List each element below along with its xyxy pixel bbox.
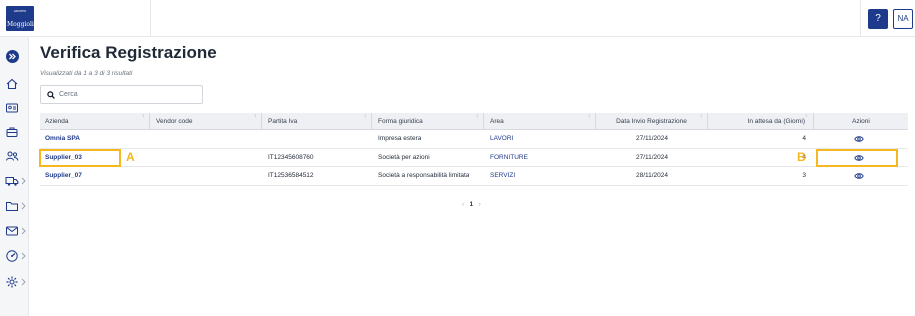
- sort-icon[interactable]: ↕: [588, 113, 591, 119]
- current-page-number[interactable]: 1: [470, 202, 473, 208]
- settings-gear-icon[interactable]: [5, 275, 19, 289]
- column-header-label: Forma giuridica: [378, 118, 423, 125]
- column-header-data-invio[interactable]: Data Invio Registrazione: [596, 113, 708, 129]
- chevron-right-icon[interactable]: [21, 202, 26, 210]
- waiting-days-cell: 4: [802, 153, 806, 161]
- vat-number-cell: IT12345608760: [268, 153, 314, 161]
- search-icon: [47, 91, 55, 99]
- search-box[interactable]: [40, 85, 203, 104]
- column-header-forma-giuridica[interactable]: Forma giuridica: [372, 113, 484, 129]
- dashboard-gauge-icon[interactable]: [5, 249, 19, 263]
- results-summary: Visualizzati da 1 a 3 di 3 risultati: [40, 70, 133, 77]
- page-title: Verifica Registrazione: [40, 43, 217, 62]
- registration-date-cell: 28/11/2024: [635, 172, 669, 179]
- double-chevron-right-icon: [9, 53, 16, 60]
- sort-icon[interactable]: ↕: [254, 113, 257, 119]
- callout-box-a: [39, 149, 121, 167]
- registrations-table: Azienda ↕ Vendor code ↕ Partita Iva ↕ Fo…: [40, 113, 908, 186]
- table-row: Supplier_03 IT12345608760 Società per az…: [40, 149, 908, 167]
- legal-form-cell: Società a responsabilità limitata: [378, 172, 470, 179]
- table-row: Omnia SPA Impresa estera LAVORI 27/11/20…: [40, 130, 908, 149]
- callout-box-b: [816, 149, 898, 167]
- sort-icon[interactable]: ↕: [476, 113, 479, 119]
- view-eye-icon[interactable]: [854, 172, 864, 180]
- waiting-days-cell: 3: [802, 172, 806, 179]
- top-bar: GRUPPO Moggioli ? NA: [0, 0, 915, 37]
- folder-icon[interactable]: [5, 199, 19, 213]
- area-link[interactable]: FORNITURE: [490, 149, 528, 167]
- id-card-icon[interactable]: [5, 101, 19, 115]
- legal-form-cell: Impresa estera: [378, 135, 422, 142]
- table-row: Supplier_07 IT12536584512 Società a resp…: [40, 167, 908, 186]
- column-header-label: Partita Iva: [268, 118, 298, 125]
- chevron-right-icon[interactable]: [21, 278, 26, 286]
- previous-page-button[interactable]: ‹: [462, 202, 464, 208]
- home-icon[interactable]: [5, 77, 19, 91]
- column-header-label: Vendor code: [156, 118, 193, 125]
- sort-icon[interactable]: ↕: [805, 113, 808, 119]
- topbar-divider: [150, 0, 151, 37]
- logo-small-text: GRUPPO: [13, 9, 27, 13]
- column-header-azienda[interactable]: Azienda: [40, 113, 150, 129]
- next-page-button[interactable]: ›: [479, 202, 481, 208]
- topbar-divider: [860, 0, 861, 37]
- sidebar: [0, 37, 29, 316]
- table-header-row: Azienda ↕ Vendor code ↕ Partita Iva ↕ Fo…: [40, 113, 908, 130]
- sort-icon[interactable]: ↕: [364, 113, 367, 119]
- column-header-azioni: Azioni: [814, 113, 908, 129]
- user-avatar-button[interactable]: NA: [893, 9, 913, 29]
- callout-label-b: B: [797, 150, 806, 164]
- callout-label-a: A: [126, 150, 135, 164]
- column-header-label: Area: [490, 118, 504, 125]
- chevron-right-icon[interactable]: [21, 177, 26, 185]
- registration-date-cell: 27/11/2024: [635, 135, 669, 142]
- column-header-label: Data Invio Registrazione: [616, 118, 687, 125]
- column-header-label: Azienda: [45, 118, 69, 125]
- column-header-in-attesa[interactable]: In attesa da (Giorni): [708, 113, 814, 129]
- pagination: ‹ 1 ›: [462, 202, 481, 208]
- chevron-right-icon[interactable]: [21, 227, 26, 235]
- column-header-area[interactable]: Area: [484, 113, 596, 129]
- chevron-right-icon[interactable]: [21, 252, 26, 260]
- vat-number-cell: IT12536584512: [268, 172, 314, 179]
- expand-sidebar-button[interactable]: [6, 50, 19, 63]
- briefcase-icon[interactable]: [5, 125, 19, 139]
- registration-date-cell: 27/11/2024: [635, 153, 669, 161]
- legal-form-cell: Società per azioni: [378, 153, 430, 161]
- logo-text: Moggioli: [7, 21, 34, 28]
- truck-icon[interactable]: [5, 174, 19, 188]
- company-link[interactable]: Supplier_07: [45, 167, 82, 185]
- company-link[interactable]: Omnia SPA: [45, 130, 80, 148]
- column-header-label: Azioni: [852, 118, 870, 125]
- mail-icon[interactable]: [5, 224, 19, 238]
- company-logo[interactable]: GRUPPO Moggioli: [6, 6, 34, 31]
- area-link[interactable]: SERVIZI: [490, 167, 515, 185]
- help-button[interactable]: ?: [868, 9, 888, 29]
- column-header-vendor-code[interactable]: Vendor code: [150, 113, 262, 129]
- waiting-days-cell: 4: [802, 135, 806, 142]
- users-icon[interactable]: [5, 149, 19, 163]
- column-header-partita-iva[interactable]: Partita Iva: [262, 113, 372, 129]
- sort-icon[interactable]: ↕: [700, 113, 703, 119]
- sort-icon[interactable]: ↕: [142, 113, 145, 119]
- column-header-label: In attesa da (Giorni): [747, 118, 805, 125]
- area-link[interactable]: LAVORI: [490, 130, 513, 148]
- view-eye-icon[interactable]: [854, 135, 864, 143]
- search-input[interactable]: [59, 88, 199, 101]
